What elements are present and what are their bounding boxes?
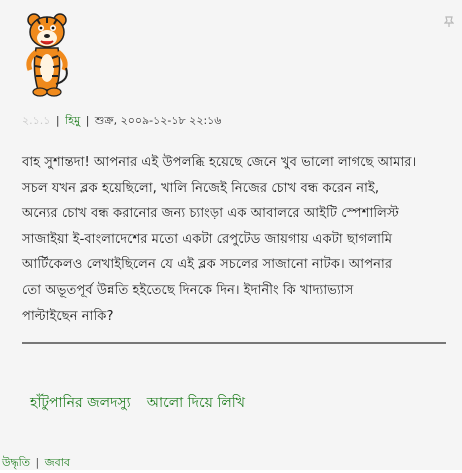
pin-icon[interactable]	[443, 16, 455, 28]
signature-link-photo[interactable]: আলো দিয়ে লিখি	[147, 395, 245, 411]
signature: হাঁটুপানির জলদস্যু আলো দিয়ে লিখি	[30, 391, 245, 415]
comment-body-line: অন্যের চোখ বন্ধ করানোর জন্য চ্যাংড়া এক …	[22, 206, 399, 222]
signature-divider	[22, 342, 446, 344]
author-link[interactable]: হিমু	[65, 114, 80, 127]
comment-card: ২.১.১ | হিমু | শুক্র, ২০০৯-১২-১৮ ২২:১৬ ব…	[0, 0, 462, 470]
meta-separator: |	[55, 114, 60, 127]
comment-actions: উদ্ধৃতি | জবাব	[2, 454, 70, 473]
avatar-image	[26, 13, 68, 97]
reply-link[interactable]: জবাব	[45, 456, 70, 469]
meta-separator: |	[85, 114, 90, 127]
comment-datetime: শুক্র, ২০০৯-১২-১৮ ২২:১৬	[94, 114, 222, 127]
comment-body: বাহ সুশান্তদা! আপনার এই উপলব্ধি হয়েছে জ…	[22, 150, 452, 329]
comment-body-line: সচল যখন ব্লক হয়েছিলো, খালি নিজেই নিজের …	[22, 180, 380, 196]
tiger-avatar-icon[interactable]	[22, 10, 72, 98]
comment-number: ২.১.১	[22, 114, 51, 127]
comment-body-line: আর্টিকেলও লেখাইছিলেন যে এই ব্লক সচলের সা…	[22, 257, 393, 273]
comment-body-line: তো অভূতপূর্ব উন্নতি হইতেছে দিনকে দিন। ইদ…	[22, 282, 354, 298]
signature-link-blog[interactable]: হাঁটুপানির জলদস্যু	[30, 395, 131, 411]
comment-body-line: পাল্টাইছেন নাকি?	[22, 308, 114, 324]
comment-body-line: সাজাইয়া ই-বাংলাদেশের মতো একটা রেপুটেড জ…	[22, 231, 393, 247]
action-separator: |	[35, 456, 40, 469]
comment-meta: ২.১.১ | হিমু | শুক্র, ২০০৯-১২-১৮ ২২:১৬	[22, 112, 221, 131]
quote-link[interactable]: উদ্ধৃতি	[2, 456, 30, 469]
comment-body-line: বাহ সুশান্তদা! আপনার এই উপলব্ধি হয়েছে জ…	[22, 155, 417, 170]
